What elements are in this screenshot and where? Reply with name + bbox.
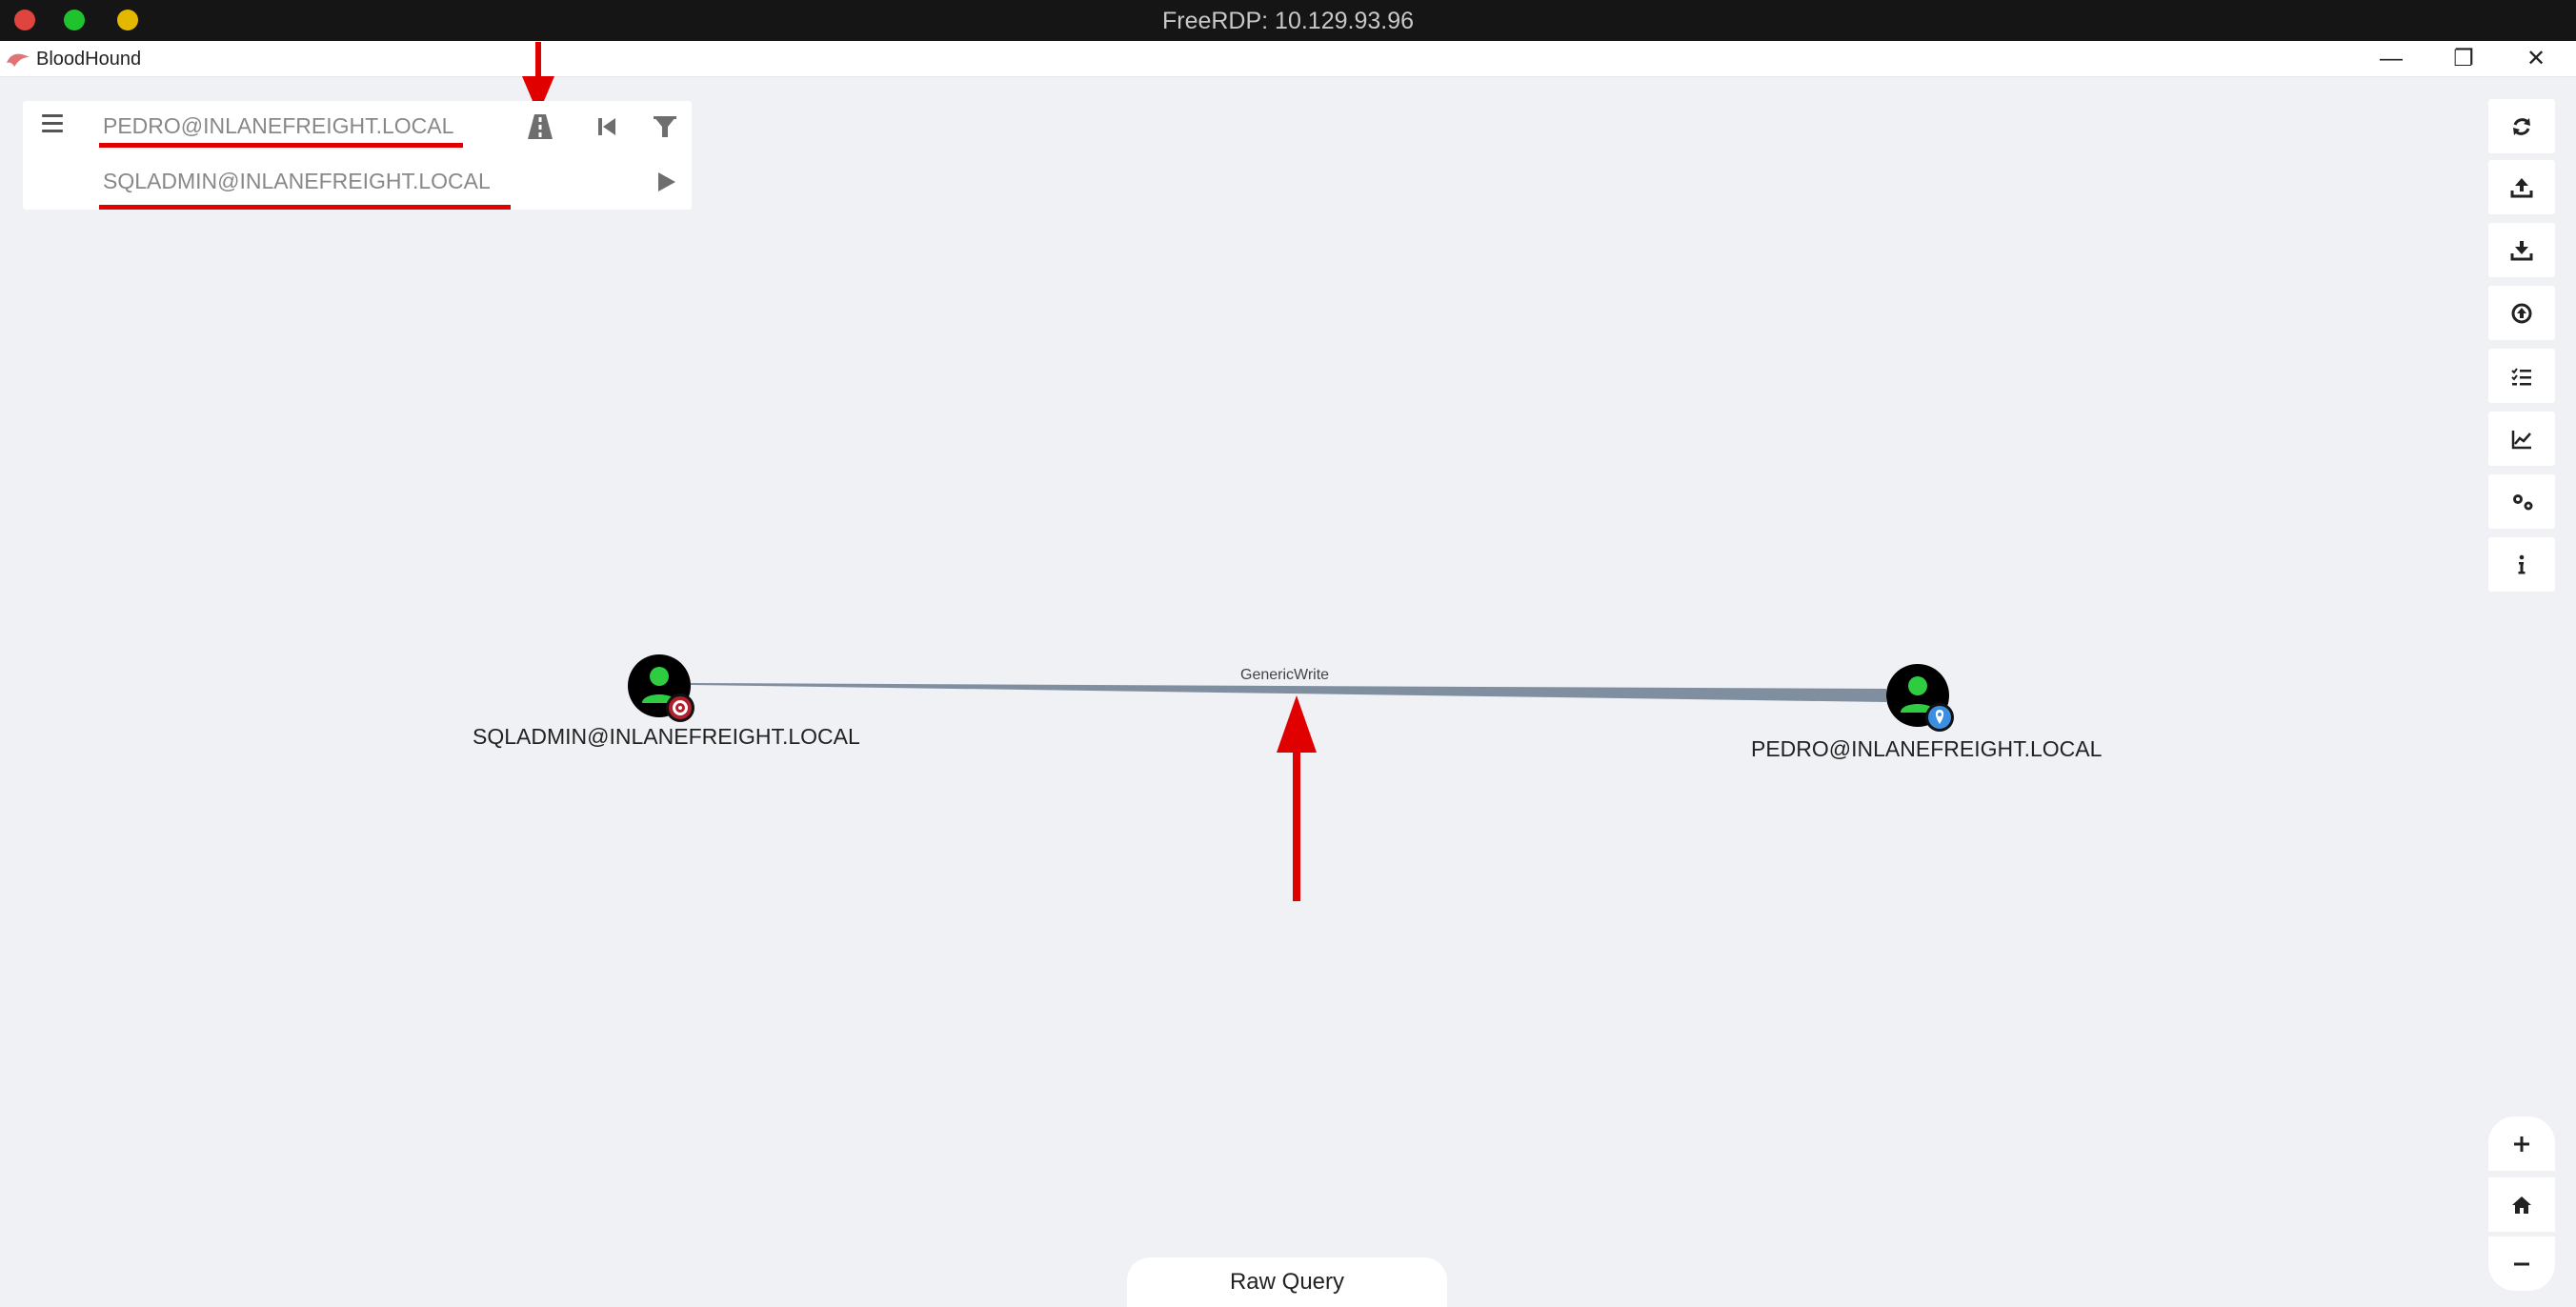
refresh-icon xyxy=(2513,118,2530,135)
upload-button[interactable] xyxy=(2488,160,2555,214)
annotation-underline-start xyxy=(99,143,463,148)
info-button[interactable] xyxy=(2488,537,2555,592)
node-pedro[interactable] xyxy=(1882,663,1954,734)
refresh-button[interactable] xyxy=(2488,99,2555,153)
zoom-in-button[interactable] xyxy=(2488,1116,2555,1171)
pathfinding-icon[interactable] xyxy=(524,111,556,143)
bloodhound-logo-icon xyxy=(7,53,30,67)
user-icon xyxy=(628,654,694,722)
download-icon xyxy=(2510,241,2533,261)
minimize-button[interactable]: — xyxy=(2363,43,2420,74)
minus-icon xyxy=(2514,1262,2529,1266)
info-icon xyxy=(2518,554,2526,574)
upload-icon xyxy=(2510,178,2533,198)
app-title: BloodHound xyxy=(36,49,142,70)
rdp-title: FreeRDP: 10.129.93.96 xyxy=(1161,8,1415,34)
annotation-arrow-bottom xyxy=(1277,695,1317,901)
start-node-input[interactable]: PEDRO@INLANEFREIGHT.LOCAL xyxy=(103,105,541,147)
back-icon[interactable] xyxy=(591,111,623,143)
search-panel: PEDRO@INLANEFREIGHT.LOCAL SQLADMIN@INLAN… xyxy=(23,101,692,210)
queries-icon xyxy=(2511,368,2531,386)
settings-icon xyxy=(2513,494,2533,511)
close-button[interactable]: ✕ xyxy=(2507,43,2565,74)
graph-edge[interactable] xyxy=(691,683,1886,702)
node-sqladmin[interactable] xyxy=(624,654,695,725)
user-icon xyxy=(1886,664,1954,732)
home-icon xyxy=(2512,1196,2531,1214)
node-label-sqladmin: SQLADMIN@INLANEFREIGHT.LOCAL xyxy=(473,724,860,749)
app-title-bar: BloodHound — ❐ ✕ xyxy=(0,41,2576,77)
queries-button[interactable] xyxy=(2488,349,2555,403)
zoom-out-button[interactable] xyxy=(2488,1237,2555,1291)
zoom-reset-button[interactable] xyxy=(2488,1177,2555,1232)
import-icon xyxy=(2511,303,2532,324)
node-label-pedro: PEDRO@INLANEFREIGHT.LOCAL xyxy=(1751,736,2103,761)
raw-query-toggle[interactable]: Raw Query xyxy=(1127,1257,1447,1307)
maximize-button[interactable]: ❐ xyxy=(2435,43,2492,74)
menu-icon[interactable] xyxy=(42,114,63,133)
graph-stats-button[interactable] xyxy=(2488,412,2555,466)
filter-icon[interactable] xyxy=(649,111,681,143)
graph-stats-icon xyxy=(2511,431,2531,450)
import-button[interactable] xyxy=(2488,286,2555,340)
rdp-title-bar: FreeRDP: 10.129.93.96 xyxy=(0,0,2576,41)
play-icon[interactable] xyxy=(649,166,681,198)
target-node-input[interactable]: SQLADMIN@INLANEFREIGHT.LOCAL xyxy=(103,160,541,202)
plus-icon xyxy=(2514,1136,2529,1152)
edge-label[interactable]: GenericWrite xyxy=(1240,667,1329,684)
annotation-underline-target xyxy=(99,205,511,210)
settings-button[interactable] xyxy=(2488,474,2555,529)
download-button[interactable] xyxy=(2488,223,2555,277)
